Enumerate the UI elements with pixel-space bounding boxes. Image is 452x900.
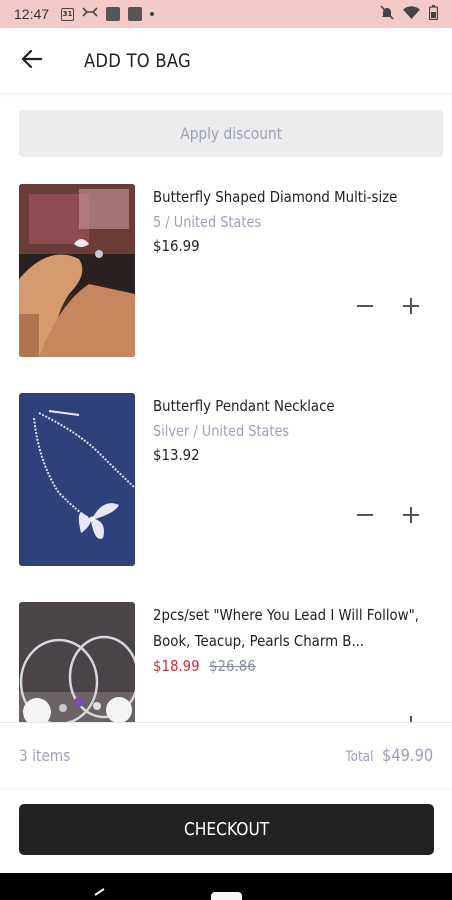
minus-icon [357, 514, 373, 516]
item-info: 2pcs/set "Where You Lead I Will Follow",… [153, 602, 438, 678]
calendar-icon: 31 [61, 7, 75, 21]
quantity-stepper [352, 711, 424, 722]
checkout-button[interactable]: CHECKOUT [19, 804, 434, 855]
apply-discount-button[interactable]: Apply discount [19, 110, 443, 157]
sale-price: $18.99 [153, 657, 200, 675]
back-button[interactable] [0, 28, 64, 94]
nav-home-icon[interactable] [211, 892, 242, 900]
apply-discount-label: Apply discount [180, 124, 282, 143]
product-image-bracelets[interactable] [19, 602, 135, 722]
app-header: ADD TO BAG [0, 28, 452, 94]
cart-summary: 3 items Total $49.90 [0, 722, 452, 788]
battery-icon [428, 4, 439, 24]
wifi-icon [403, 5, 420, 23]
cast-icon [82, 6, 98, 22]
increase-quantity-button[interactable] [398, 293, 424, 319]
status-right [380, 4, 439, 24]
cart-item: Butterfly Pendant Necklace Silver / Unit… [0, 379, 452, 566]
plus-icon [403, 298, 419, 314]
product-image-necklace[interactable] [19, 393, 135, 566]
original-price: $26.86 [209, 657, 256, 675]
checkout-label: CHECKOUT [183, 819, 270, 840]
item-name[interactable]: Butterfly Pendant Necklace [153, 393, 437, 419]
item-variant: 5 / United States [153, 213, 262, 231]
item-price: $16.99 [153, 237, 200, 255]
minus-icon [357, 305, 373, 307]
mute-icon [380, 4, 394, 24]
cart-list[interactable]: Butterfly Shaped Diamond Multi-size 5 / … [0, 170, 452, 722]
product-image-ring[interactable] [19, 184, 135, 357]
square-icon [106, 7, 121, 21]
plus-icon [410, 716, 412, 722]
plus-icon [403, 507, 419, 523]
status-time: 12:47 [14, 6, 50, 22]
divider [0, 788, 452, 789]
square-icon [128, 7, 143, 21]
quantity-stepper [352, 293, 424, 319]
item-variant: Silver / United States [153, 422, 290, 440]
arrow-left-icon [21, 49, 43, 72]
nav-back-icon[interactable] [92, 886, 106, 900]
decrease-quantity-button[interactable] [352, 293, 378, 319]
decrease-quantity-button[interactable] [352, 502, 378, 528]
item-price: $13.92 [153, 446, 200, 464]
cart-item: 2pcs/set "Where You Lead I Will Follow",… [0, 588, 452, 722]
quantity-stepper [352, 502, 424, 528]
dot-icon [150, 12, 155, 16]
status-left: 12:47 31 [14, 6, 155, 22]
page-title: ADD TO BAG [84, 49, 191, 72]
item-info: Butterfly Shaped Diamond Multi-size 5 / … [153, 184, 438, 258]
total-value: $49.90 [381, 745, 433, 766]
minus-icon [355, 714, 375, 722]
status-bar: 12:47 31 [0, 0, 452, 28]
total-label: Total [345, 748, 374, 765]
items-count: 3 items [19, 746, 71, 765]
item-name[interactable]: 2pcs/set "Where You Lead I Will Follow",… [153, 602, 437, 654]
cart-item: Butterfly Shaped Diamond Multi-size 5 / … [0, 170, 452, 357]
total: Total $49.90 [345, 746, 433, 766]
item-name[interactable]: Butterfly Shaped Diamond Multi-size [153, 184, 437, 210]
increase-quantity-button[interactable] [398, 711, 424, 722]
item-info: Butterfly Pendant Necklace Silver / Unit… [153, 393, 438, 467]
item-price: $18.99 $26.86 [153, 654, 398, 678]
increase-quantity-button[interactable] [398, 502, 424, 528]
decrease-quantity-button[interactable] [352, 711, 378, 722]
